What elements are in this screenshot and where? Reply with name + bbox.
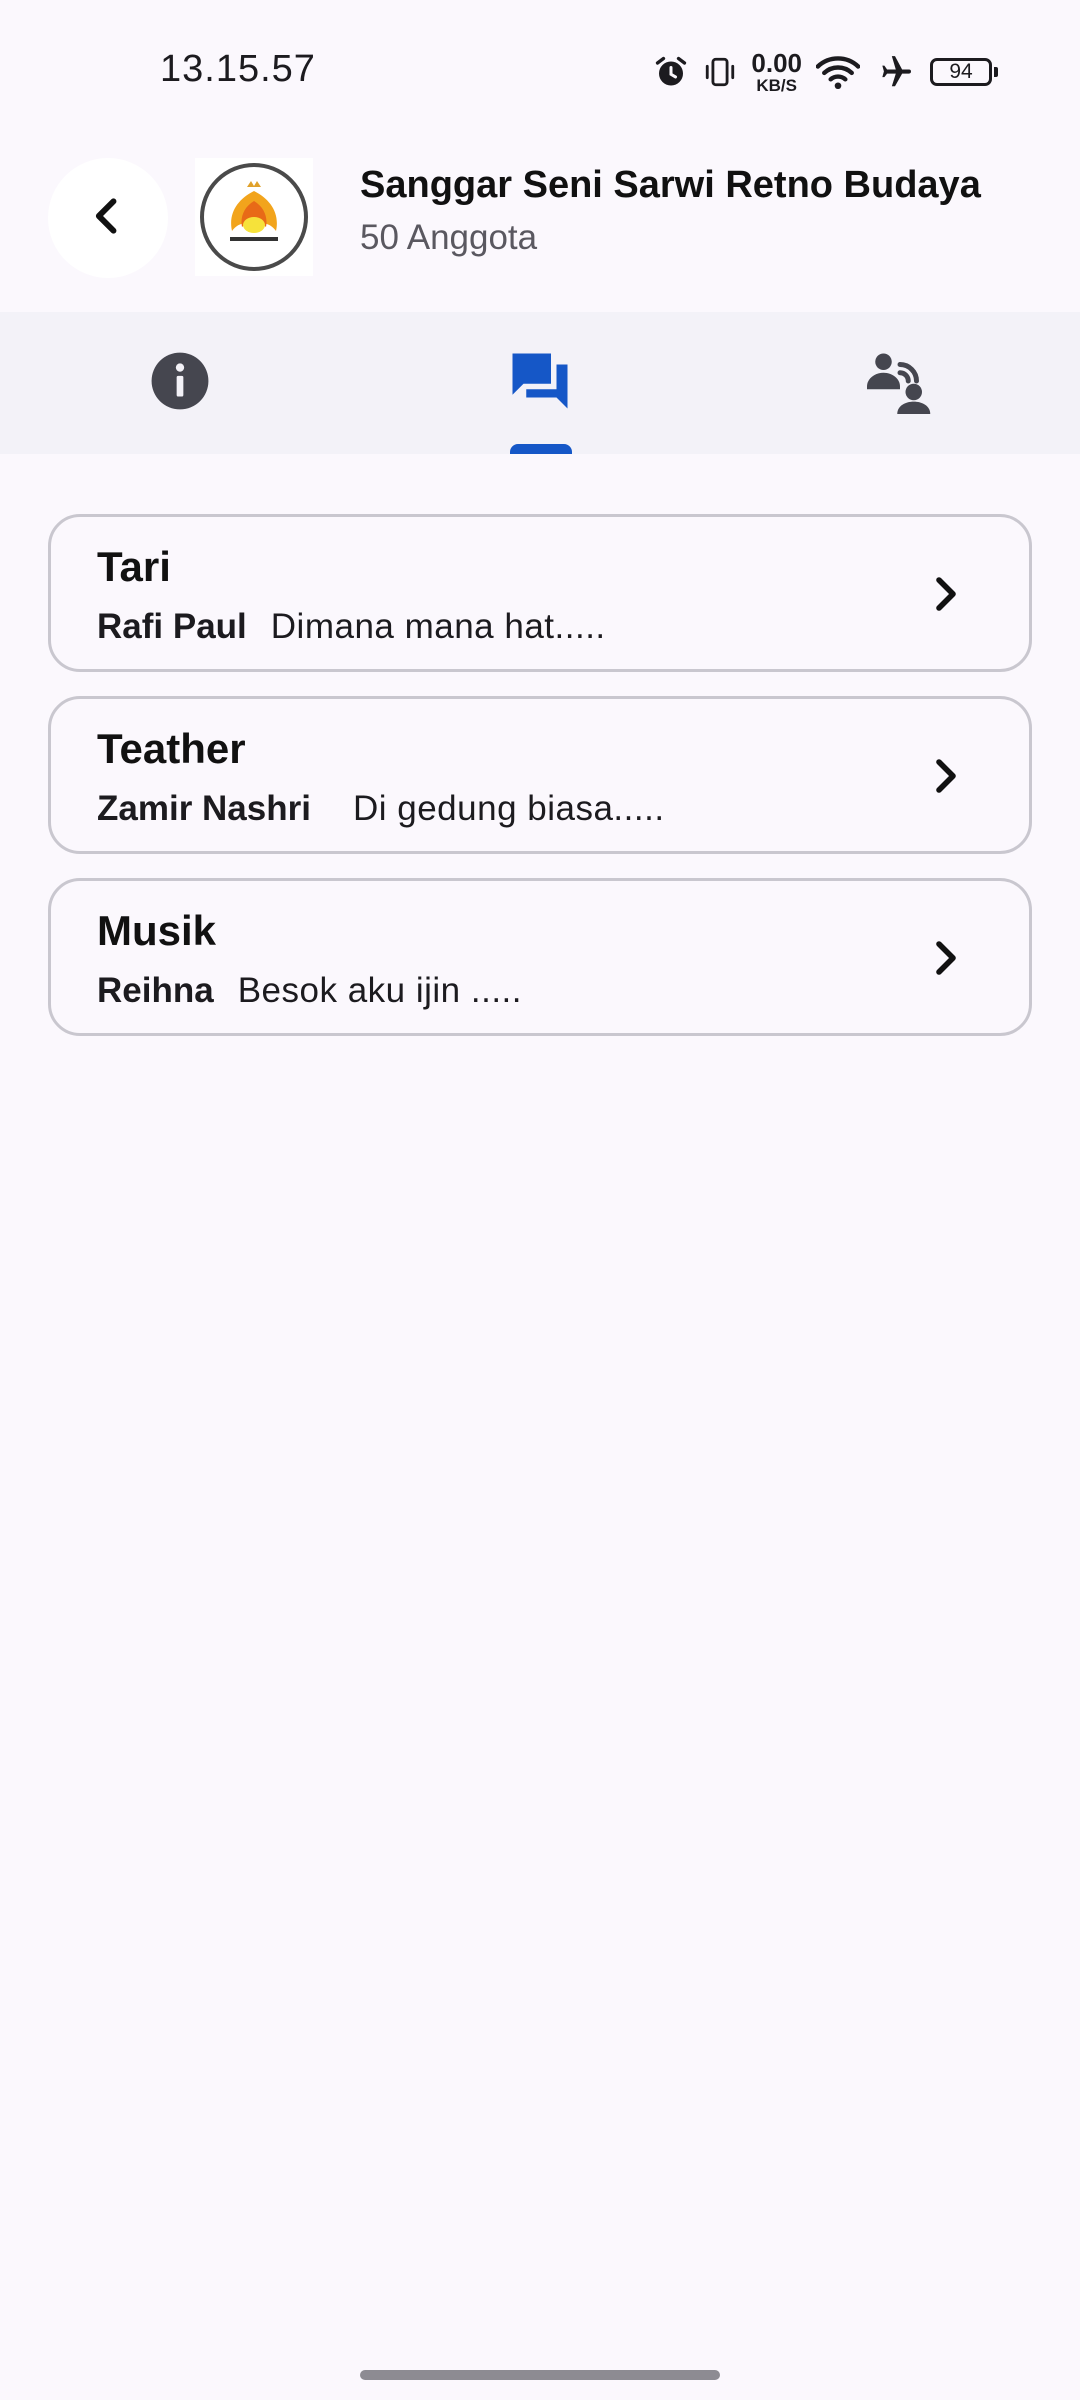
message-sender: Rafi Paul — [97, 607, 247, 646]
info-icon — [149, 350, 211, 417]
battery-indicator: 94 — [930, 58, 998, 86]
tab-members[interactable] — [720, 312, 1080, 454]
message-preview: Dimana mana hat..... — [270, 607, 606, 646]
members-icon — [867, 348, 933, 419]
net-speed: 0.00 KB/S — [751, 50, 802, 94]
message-preview: Di gedung biasa..... — [352, 789, 665, 828]
group-logo — [195, 158, 313, 276]
back-button[interactable] — [48, 158, 168, 278]
last-message: Zamir Nashri Di gedung biasa..... — [97, 789, 665, 829]
home-indicator[interactable] — [360, 2370, 720, 2380]
chevron-right-icon — [925, 937, 967, 984]
chevron-right-icon — [925, 573, 967, 620]
alarm-icon — [653, 54, 689, 90]
message-sender: Reihna — [97, 971, 214, 1010]
airplane-icon — [874, 53, 916, 91]
tab-bar — [0, 312, 1080, 454]
last-message: Reihna Besok aku ijin ..... — [97, 971, 522, 1011]
channel-card-teather[interactable]: Teather Zamir Nashri Di gedung biasa..... — [48, 696, 1032, 854]
message-sender: Zamir Nashri — [97, 789, 311, 828]
wifi-icon — [816, 53, 860, 91]
status-icons: 0.00 KB/S 94 — [653, 50, 998, 94]
channel-card-tari[interactable]: Tari Rafi Paul Dimana mana hat..... — [48, 514, 1032, 672]
status-time: 13.15.57 — [160, 48, 316, 90]
channel-name: Tari — [97, 543, 171, 590]
channel-name: Musik — [97, 907, 217, 954]
tab-chat[interactable] — [360, 312, 720, 454]
chat-header: Sanggar Seni Sarwi Retno Budaya 50 Anggo… — [0, 140, 1080, 310]
chevron-left-icon — [86, 194, 130, 243]
group-name: Sanggar Seni Sarwi Retno Budaya — [360, 164, 981, 206]
message-preview: Besok aku ijin ..... — [237, 971, 522, 1010]
last-message: Rafi Paul Dimana mana hat..... — [97, 607, 606, 647]
status-bar: 13.15.57 0.00 KB/S 94 — [0, 0, 1080, 140]
channel-card-musik[interactable]: Musik Reihna Besok aku ijin ..... — [48, 878, 1032, 1036]
net-speed-unit: KB/S — [756, 76, 797, 95]
channel-list: Tari Rafi Paul Dimana mana hat..... Teath… — [48, 514, 1032, 1060]
chevron-right-icon — [925, 755, 967, 802]
vibrate-icon — [703, 54, 737, 90]
active-tab-indicator — [510, 444, 572, 454]
forum-icon — [507, 348, 573, 419]
member-count: 50 Anggota — [360, 218, 538, 257]
channel-name: Teather — [97, 725, 246, 772]
net-speed-value: 0.00 — [751, 48, 802, 78]
tab-info[interactable] — [0, 312, 360, 454]
